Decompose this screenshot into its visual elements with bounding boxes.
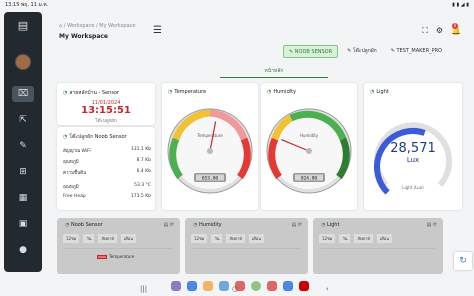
status-icons: ▮ ▮ ◢ ▮	[452, 2, 469, 8]
status-bar: 13:15 พฤ. 11 ม.ค. ▮ ▮ ◢ ▮	[0, 0, 474, 10]
card-title: Humidity	[273, 89, 297, 95]
location-text: โต๊ะปลูกผัก	[95, 119, 117, 124]
range-day-button[interactable]: วัน	[83, 234, 95, 243]
tools-icon[interactable]: ✎	[12, 138, 34, 154]
info-row: Free Heap 173.5 Kb	[63, 194, 151, 199]
tab-noob-sensor[interactable]: ✎ NOOB SENSOR	[283, 45, 339, 58]
range-12h-button[interactable]: 12ชม	[63, 234, 80, 243]
range-month-button[interactable]: เดือน	[248, 234, 265, 243]
export-icon[interactable]: ⇱	[12, 112, 34, 128]
tab-vegetable-table[interactable]: ✎ โต๊ะปลูกผัก	[342, 45, 382, 58]
monitor-icon[interactable]: ⌧	[12, 86, 34, 102]
info-row: สัญญาณ WiFi 131.1 Kb	[63, 147, 151, 154]
range-month-button[interactable]: เดือน	[376, 234, 393, 243]
chrome-icon[interactable]	[251, 281, 261, 291]
time-text: 13:15:51	[81, 105, 131, 116]
breadcrumb: ⌂ / Workspace / My Workspace	[59, 23, 136, 29]
gear-icon[interactable]: ⚙	[436, 26, 443, 36]
legend: Temperature	[97, 254, 134, 259]
status-date: พฤ. 11 ม.ค.	[21, 2, 49, 8]
gauge-label: Temperature	[196, 133, 223, 138]
bell-icon[interactable]: 🔔 0	[451, 23, 461, 36]
refresh-icon[interactable]: ▤ ⟳	[291, 222, 302, 228]
info-row: อุณหภูมิ 53.3 °C	[63, 183, 151, 190]
light-card: ◔ Light 28,571 Lux Light (Lux)	[364, 83, 462, 210]
range-day-button[interactable]: วัน	[339, 234, 351, 243]
card-title: Light	[376, 89, 389, 95]
sidebar: ▤ ⌧ ⇱ ✎ ⊞ ▦ ▣ ●	[4, 12, 42, 272]
card-title: Temperature	[174, 89, 207, 95]
range-week-button[interactable]: สัปดาห์	[354, 234, 373, 243]
range-month-button[interactable]: เดือน	[120, 234, 137, 243]
light-label: Light (Lux)	[402, 185, 424, 190]
breadcrumb-my-workspace: My Workspace	[99, 23, 136, 29]
light-unit: Lux	[406, 156, 420, 164]
avatar[interactable]	[15, 54, 31, 70]
range-12h-button[interactable]: 12ชม	[319, 234, 336, 243]
gauge-value: 024.80	[301, 175, 318, 181]
tab-test-maker-pro[interactable]: ✎ TEST_MAKER_PRO	[386, 45, 447, 58]
layout-icon[interactable]: ▤	[16, 20, 30, 32]
user-icon[interactable]: ●	[12, 242, 34, 258]
tabs: ✎ NOOB SENSOR ✎ โต๊ะปลูกผัก ✎ TEST_MAKER…	[283, 45, 447, 58]
chart-card-noob-sensor: ◔ Noob Sensor ▤ ⟳ 12ชม วัน สัปดาห์ เดือน Te…	[57, 218, 180, 274]
chart-card-light: ◔ Light ▤ ⟳ 12ชม วัน สัปดาห์ เดือน	[313, 218, 443, 274]
temperature-gauge: Temperature 053.80	[167, 108, 253, 194]
recent-apps-icon[interactable]: |||	[140, 285, 147, 293]
notification-badge: 0	[452, 23, 458, 29]
info-card: ◔ โต๊ะปลูกผัก Noob Sensor สัญญาณ WiFi 131.…	[57, 127, 155, 210]
screen: 13:15 พฤ. 11 ม.ค. ▮ ▮ ◢ ▮ ▤ ⌧ ⇱ ✎ ⊞ ▦ ▣ …	[0, 0, 474, 296]
refresh-icon[interactable]: ▤ ⟳	[163, 222, 174, 228]
breadcrumb-workspace[interactable]: Workspace	[67, 23, 94, 29]
home-icon[interactable]: ⌂	[59, 23, 62, 29]
app-icon[interactable]	[267, 281, 277, 291]
app-icon[interactable]	[283, 281, 293, 291]
tab-main[interactable]: หน้าหลัก	[220, 67, 328, 78]
card-title: โต๊ะปลูกผัก Noob Sensor	[69, 134, 127, 140]
status-time: 13:15	[5, 2, 20, 8]
gauge-value: 053.80	[202, 175, 219, 181]
range-week-button[interactable]: สัปดาห์	[226, 234, 245, 243]
wifi-icon: ◔	[63, 90, 68, 96]
app-icon[interactable]	[187, 281, 197, 291]
fullscreen-icon[interactable]: ⛶	[422, 26, 428, 36]
dashboard-icon[interactable]: ▦	[12, 190, 34, 206]
range-12h-button[interactable]: 12ชม	[191, 234, 208, 243]
temperature-card: ◔ Temperature Temperature 053.80	[162, 83, 258, 210]
back-icon[interactable]: ‹	[326, 285, 329, 293]
network-icon[interactable]: ⊞	[12, 164, 34, 180]
range-day-button[interactable]: วัน	[211, 234, 223, 243]
menu-icon[interactable]: ☰	[153, 25, 162, 36]
wifi-icon: ◔	[267, 89, 272, 95]
app-icon[interactable]	[203, 281, 213, 291]
home-button-icon[interactable]: ○	[232, 285, 238, 293]
wifi-icon: ◔	[370, 89, 375, 95]
top-bar: ⌂ / Workspace / My Workspace My Workspac…	[55, 20, 467, 42]
app-icon[interactable]	[219, 281, 229, 291]
app-dock	[160, 278, 320, 294]
humidity-gauge: Humidity 024.80	[266, 108, 352, 194]
chip-icon[interactable]: ▣	[12, 216, 34, 232]
recaptcha-icon[interactable]: ↻	[454, 252, 472, 270]
range-week-button[interactable]: สัปดาห์	[98, 234, 117, 243]
card-title: สายหลักบ้าน - Sensor	[69, 90, 120, 96]
humidity-card: ◔ Humidity Humidity 024.80	[261, 83, 357, 210]
refresh-icon[interactable]: ▤ ⟳	[426, 222, 437, 228]
light-value: 28,571	[390, 141, 436, 156]
chart-card-humidity: ◔ Humidity ▤ ⟳ 12ชม วัน สัปดาห์ เดือน	[185, 218, 308, 274]
gauge-label: Humidity	[300, 133, 319, 138]
info-row: อุณหภูมิ 8.7 Kb	[63, 158, 151, 165]
page-title: My Workspace	[59, 33, 108, 40]
app-icon[interactable]	[171, 281, 181, 291]
wifi-icon: ◔	[168, 89, 173, 95]
app-icon[interactable]	[299, 281, 309, 291]
wifi-icon: ◔	[63, 134, 68, 140]
time-card: ◔ สายหลักบ้าน - Sensor 11/01/2024 13:15:5…	[57, 83, 155, 125]
info-row: ความชื้นดิน 6.4 Kb	[63, 169, 151, 176]
